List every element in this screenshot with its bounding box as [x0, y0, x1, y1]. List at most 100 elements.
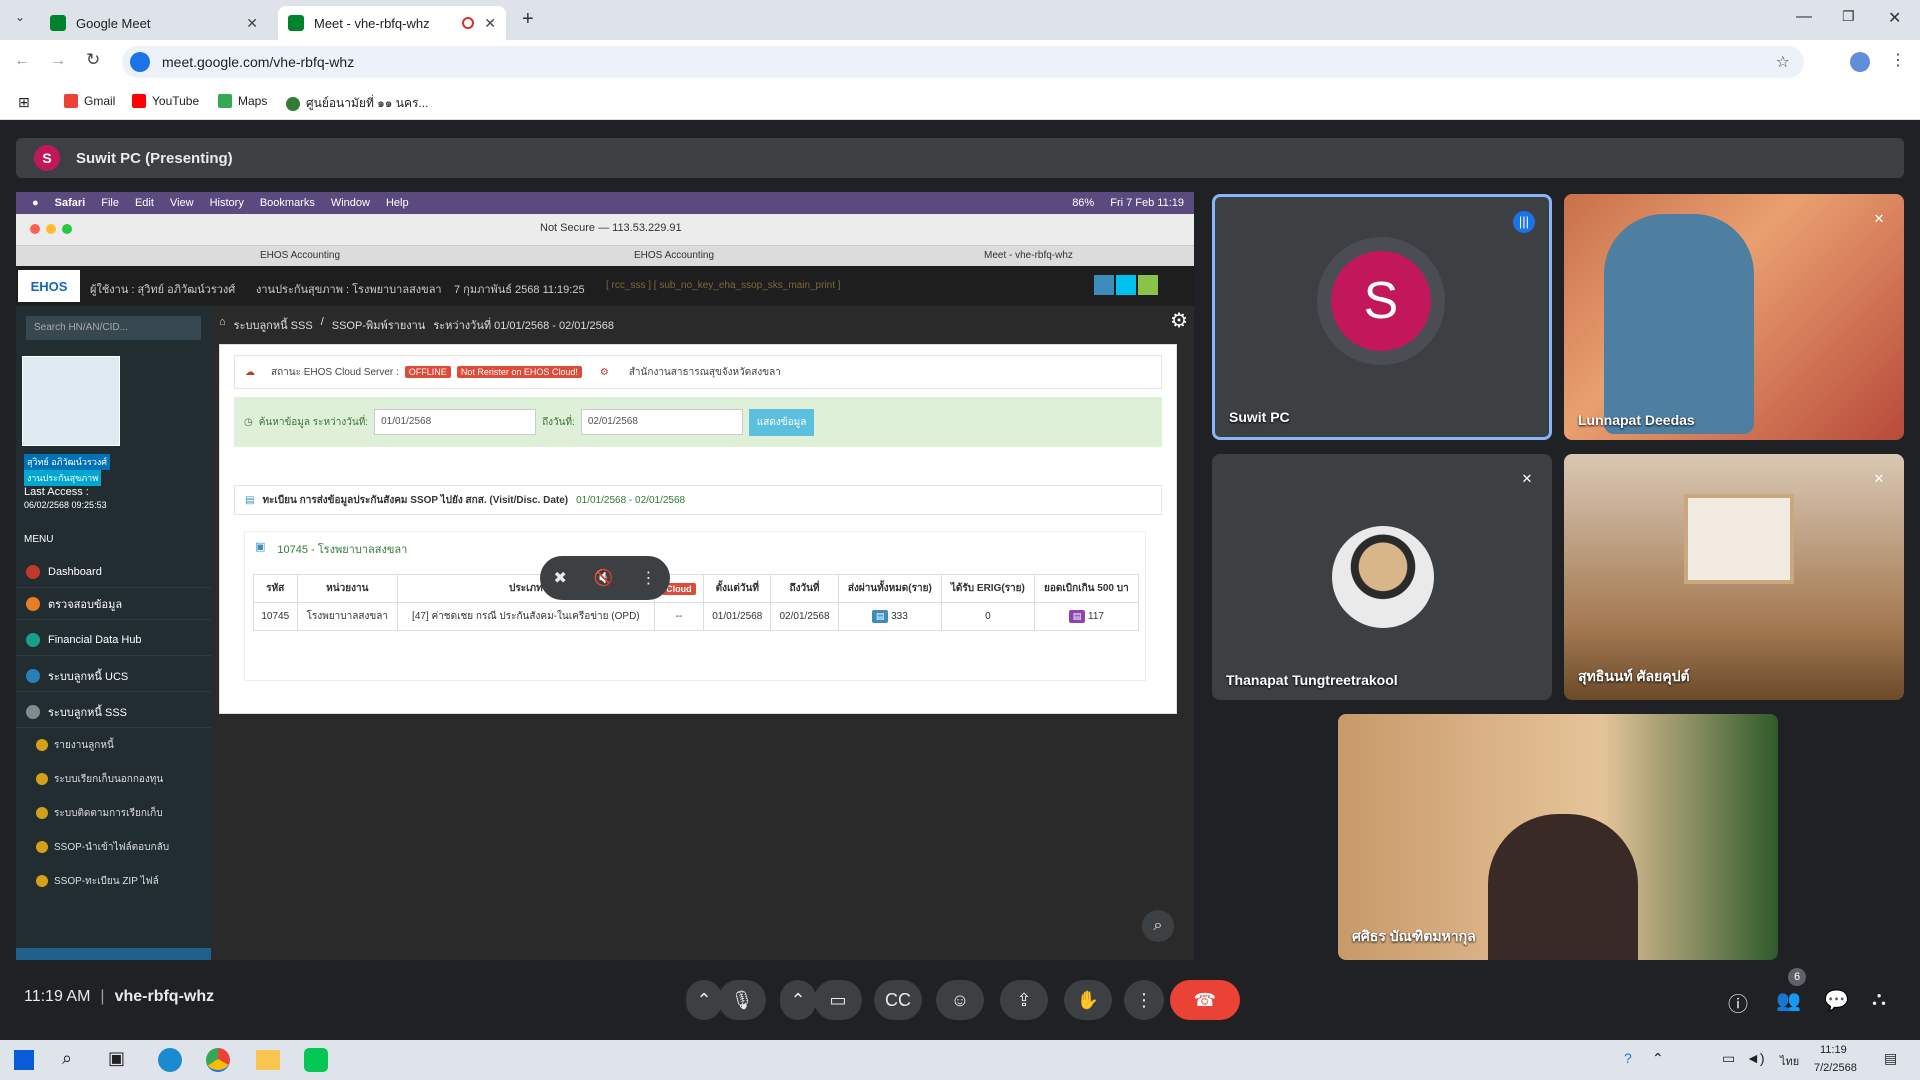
- menu-check-data[interactable]: ตรวจสอบข้อมูล: [16, 588, 211, 620]
- forward-icon[interactable]: →: [50, 52, 66, 70]
- zoom-icon[interactable]: ⌕: [1142, 910, 1174, 942]
- info-icon[interactable]: ⓘ: [1728, 988, 1748, 1017]
- reload-icon[interactable]: ↻: [86, 50, 100, 70]
- tile-sasithorn[interactable]: ศศิธร บัณฑิตมหากุล: [1338, 714, 1778, 960]
- avatar: [1332, 526, 1434, 628]
- presenter-avatar: S: [34, 145, 60, 171]
- explorer-icon[interactable]: [256, 1050, 280, 1070]
- menu-dashboard[interactable]: Dashboard: [16, 556, 211, 588]
- bookmark-youtube[interactable]: YouTube: [132, 94, 199, 108]
- menu-history: History: [209, 197, 244, 209]
- profile-icon[interactable]: [1850, 52, 1870, 72]
- tray-chevron-icon[interactable]: ⌃: [1652, 1050, 1664, 1067]
- kebab-menu-icon[interactable]: ⋮: [1890, 50, 1906, 70]
- emoji-button[interactable]: ☺: [936, 980, 984, 1020]
- bookmark-maps[interactable]: Maps: [218, 94, 267, 108]
- close-icon[interactable]: ✕: [246, 15, 258, 32]
- ehos-sidebar: Search HN/AN/CID... สุวิทย์ อภิวัฒน์วรวง…: [16, 306, 211, 960]
- close-window-button[interactable]: ✕: [1888, 8, 1901, 28]
- home-icon[interactable]: ⌂: [219, 316, 226, 334]
- submenu-item[interactable]: รายงานลูกหนี้: [36, 732, 114, 758]
- network-icon[interactable]: ▭: [1722, 1050, 1735, 1067]
- apps-icon[interactable]: ⊞: [18, 94, 30, 111]
- raise-hand-button[interactable]: ✋: [1064, 980, 1112, 1020]
- mic-button[interactable]: 🎙: [718, 980, 766, 1020]
- submenu-item[interactable]: SSOP-ทะเบียน ZIP ไฟล์: [36, 868, 159, 894]
- help-icon[interactable]: ?: [1624, 1050, 1632, 1066]
- menu-bookmarks: Bookmarks: [259, 197, 315, 209]
- submenu-item[interactable]: ระบบเรียกเก็บนอกกองทุน: [36, 766, 163, 792]
- ehos-content: ⌂ ระบบลูกหนี้ SSS / SSOP-พิมพ์รายงาน ระหว…: [211, 306, 1194, 960]
- tab-meet-active[interactable]: Meet - vhe-rbfq-whz ✕: [278, 6, 506, 40]
- tab-google-meet[interactable]: Google Meet ✕: [40, 6, 268, 40]
- people-icon[interactable]: 👥: [1776, 988, 1801, 1013]
- participant-count: 6: [1788, 968, 1806, 986]
- restore-button[interactable]: ❐: [1842, 8, 1855, 25]
- present-button[interactable]: ⇪: [1000, 980, 1048, 1020]
- mute-tab-icon[interactable]: 🔇: [594, 568, 614, 588]
- date-from-input[interactable]: 01/01/2568: [374, 409, 537, 435]
- health-icon: [286, 96, 300, 111]
- gear-icon[interactable]: ⚙: [1170, 308, 1188, 333]
- bookmark-gmail[interactable]: Gmail: [64, 94, 115, 108]
- menu-financial-hub[interactable]: Financial Data Hub: [16, 624, 211, 656]
- date-to-input[interactable]: 02/01/2568: [580, 409, 743, 435]
- submenu-icon: [36, 841, 48, 853]
- ehos-btn-green[interactable]: [1138, 275, 1158, 295]
- print-icon[interactable]: ▤: [871, 610, 889, 623]
- video-options-button[interactable]: ⌃: [780, 980, 816, 1020]
- tile-thanapat[interactable]: ✕ Thanapat Tungtreetrakool: [1212, 454, 1552, 700]
- menu-ucs[interactable]: ระบบลูกหนี้ UCS: [16, 660, 211, 692]
- safari-tabs: EHOS Accounting EHOS Accounting Meet - v…: [16, 246, 1194, 266]
- line-icon[interactable]: [304, 1048, 328, 1072]
- captions-button[interactable]: CC: [874, 980, 922, 1020]
- search-input[interactable]: Search HN/AN/CID...: [26, 316, 201, 340]
- star-icon[interactable]: ☆: [1776, 52, 1790, 72]
- close-icon[interactable]: ✕: [484, 15, 496, 32]
- more-icon[interactable]: ⋮: [641, 568, 657, 588]
- tile-lunnapat[interactable]: ✕ Lunnapat Deedas: [1564, 194, 1904, 440]
- menu-sss[interactable]: ระบบลูกหนี้ SSS: [16, 696, 211, 728]
- notification-icon[interactable]: ▤: [1884, 1050, 1897, 1067]
- ehos-btn-aqua[interactable]: [1116, 275, 1136, 295]
- tile-suthinon[interactable]: ✕ สุทธินนท์ ศัลยคุปต์: [1564, 454, 1904, 700]
- sss-icon: [26, 704, 40, 719]
- edge-icon[interactable]: [158, 1048, 182, 1072]
- taskbar-date[interactable]: 7/2/2568: [1814, 1062, 1857, 1074]
- site-icon[interactable]: [130, 52, 150, 72]
- taskbar-time[interactable]: 11:19: [1820, 1044, 1847, 1056]
- new-tab-button[interactable]: +: [522, 8, 534, 31]
- bookmark-health-center[interactable]: ศูนย์อนามัยที่ ๑๑ นคร...: [286, 94, 428, 113]
- not-register-badge: Not Rerister on EHOS Cloud!: [456, 366, 582, 378]
- submenu-item[interactable]: SSOP-นำเข้าไฟล์ตอบกลับ: [36, 834, 169, 860]
- table-row: 10745 โรงพยาบาลสงขลา [47] ค่าชดเชย กรณี …: [253, 602, 1140, 631]
- print-icon[interactable]: ▤: [1068, 610, 1086, 623]
- address-bar[interactable]: meet.google.com/vhe-rbfq-whz ☆: [122, 46, 1804, 78]
- camera-button[interactable]: ▭: [814, 980, 862, 1020]
- minimize-button[interactable]: —: [1796, 8, 1812, 26]
- unpin-icon[interactable]: ✖: [553, 568, 566, 588]
- chat-icon[interactable]: 💬: [1824, 988, 1849, 1013]
- search-icon[interactable]: ⌕: [62, 1048, 72, 1069]
- mic-off-icon: ✕: [1521, 471, 1533, 486]
- activities-icon[interactable]: ⛬: [1872, 988, 1886, 1011]
- volume-icon[interactable]: ◄): [1746, 1050, 1765, 1066]
- language-indicator[interactable]: ไทย: [1780, 1052, 1799, 1070]
- task-view-icon[interactable]: ▣: [108, 1048, 125, 1069]
- audio-options-button[interactable]: ⌃: [686, 980, 722, 1020]
- start-icon[interactable]: [14, 1050, 34, 1070]
- cloud-icon: ☁: [245, 366, 255, 378]
- more-options-button[interactable]: ⋮: [1124, 980, 1164, 1020]
- leave-call-button[interactable]: ☎: [1170, 980, 1240, 1020]
- submenu-active[interactable]: [16, 948, 211, 960]
- submenu-item[interactable]: ระบบติดตามการเรียกเก็บ: [36, 800, 163, 826]
- settings-icon[interactable]: ⚙: [600, 367, 609, 378]
- ehos-btn-blue[interactable]: [1094, 275, 1114, 295]
- offline-badge: OFFLINE: [404, 366, 451, 378]
- chrome-icon[interactable]: [206, 1048, 230, 1072]
- tab-search-icon[interactable]: ⌄: [8, 10, 32, 30]
- show-button[interactable]: แสดงข้อมูล: [748, 408, 815, 436]
- tile-suwit[interactable]: S ||| Suwit PC: [1212, 194, 1552, 440]
- back-icon[interactable]: ←: [14, 52, 30, 70]
- windows-taskbar: ⌕ ▣ ? ⌃ ▭ ◄) ไทย 11:19 7/2/2568 ▤: [0, 1040, 1920, 1080]
